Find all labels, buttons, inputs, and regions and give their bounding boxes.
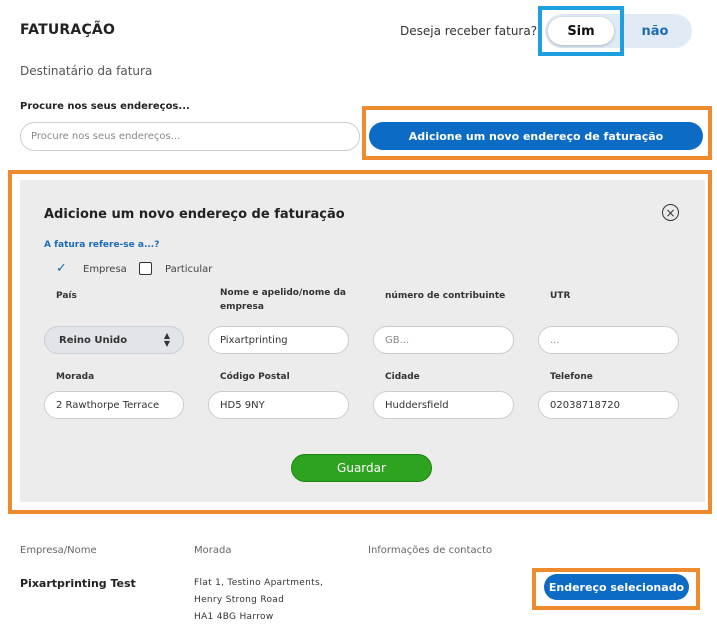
selected-company-name: Pixartprinting Test xyxy=(20,577,136,590)
phone-input[interactable]: 02038718720 xyxy=(538,391,679,419)
name-input[interactable]: Pixartprinting xyxy=(208,326,349,354)
invoice-question: Deseja receber fatura? xyxy=(400,24,538,38)
tax-number-input[interactable]: GB... xyxy=(373,326,514,354)
city-label: Cidade xyxy=(385,372,420,382)
toggle-no-button[interactable]: não xyxy=(624,17,686,45)
address-search-input[interactable]: Procure nos seus endereços... xyxy=(20,122,360,151)
column-header-contact: Informações de contacto xyxy=(368,545,493,556)
address-input[interactable]: 2 Rawthorpe Terrace xyxy=(44,391,184,419)
search-label: Procure nos seus endereços... xyxy=(20,101,190,112)
option-particular-label[interactable]: Particular xyxy=(165,264,212,275)
country-label: País xyxy=(56,291,77,301)
utr-input[interactable]: ... xyxy=(538,326,679,354)
phone-label: Telefone xyxy=(550,372,593,382)
tax-number-label: número de contribuinte xyxy=(385,291,506,301)
save-button[interactable]: Guardar xyxy=(291,454,432,482)
postal-code-input[interactable]: HD5 9NY xyxy=(208,391,349,419)
address-line: HA1 4BG Harrow xyxy=(194,612,274,622)
address-label: Morada xyxy=(56,372,95,382)
checkmark-icon[interactable]: ✓ xyxy=(56,261,67,276)
select-arrows-icon: ▲ ▼ xyxy=(163,331,170,348)
highlight-add-button xyxy=(362,106,712,160)
highlight-selected-button xyxy=(532,568,700,610)
highlight-toggle-yes xyxy=(538,6,624,56)
city-input[interactable]: Huddersfield xyxy=(373,391,514,419)
name-label: Nome e apelido/nome da empresa xyxy=(220,288,346,312)
country-value: Reino Unido xyxy=(59,334,128,346)
country-select[interactable]: Reino Unido ▲ ▼ xyxy=(44,326,184,354)
page-title: FATURAÇÃO xyxy=(20,22,116,38)
utr-label: UTR xyxy=(550,291,571,301)
invoice-refers-to-link[interactable]: A fatura refere-se a...? xyxy=(44,240,159,250)
column-header-address: Morada xyxy=(194,545,232,556)
form-title: Adicione um novo endereço de faturação xyxy=(44,207,345,222)
particular-checkbox[interactable] xyxy=(139,262,152,275)
address-line: Henry Strong Road xyxy=(194,595,285,605)
address-line: Flat 1, Testino Apartments, xyxy=(194,578,324,588)
recipient-label: Destinatário da fatura xyxy=(20,64,153,78)
column-header-name: Empresa/Nome xyxy=(20,545,97,556)
postal-code-label: Código Postal xyxy=(220,372,290,382)
option-empresa-label[interactable]: Empresa xyxy=(83,264,127,275)
close-icon[interactable]: × xyxy=(662,204,679,221)
